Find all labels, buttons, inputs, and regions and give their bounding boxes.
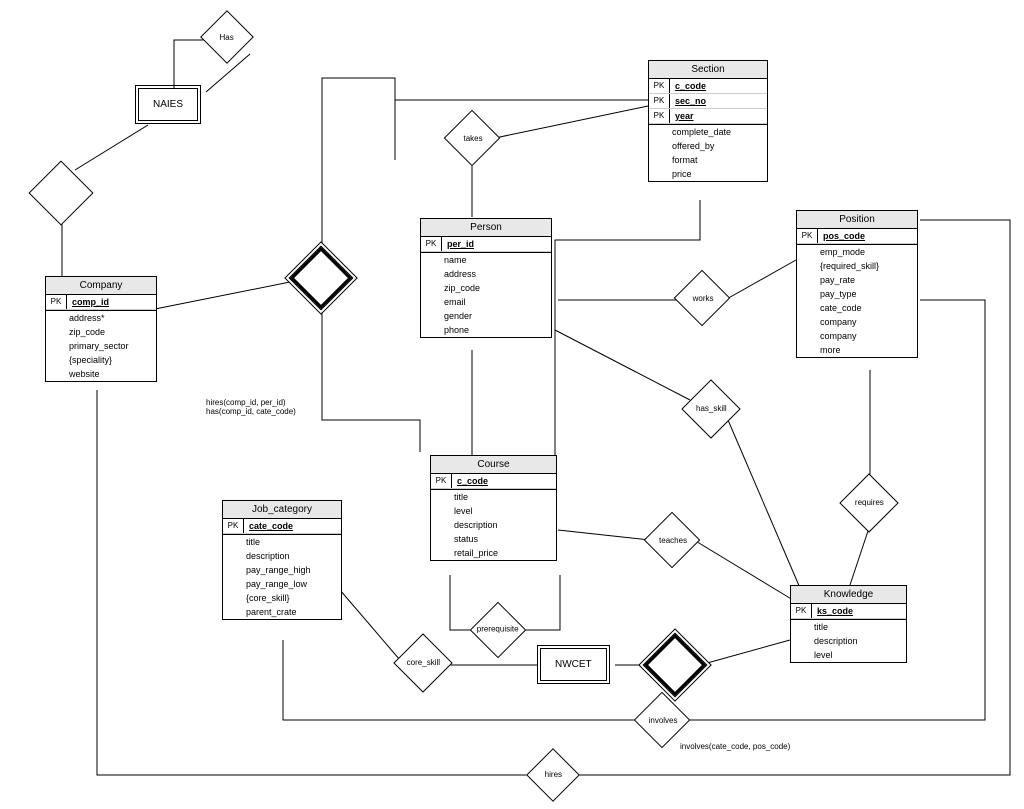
rel-double-has xyxy=(288,245,353,310)
rel-requires: requires xyxy=(839,473,898,532)
rel-involves: involves xyxy=(634,692,691,749)
entity-position: Position PKpos_code emp_mode {required_s… xyxy=(796,210,918,358)
hires-annotation: hires(comp_id, per_id) has(comp_id, cate… xyxy=(206,398,296,416)
rel-has: Has xyxy=(200,10,254,64)
entity-section: Section PKc_code PKsec_no PKyear complet… xyxy=(648,60,768,182)
rel-teaches: teaches xyxy=(644,512,701,569)
entity-person: Person PKper_id name address zip_code em… xyxy=(420,218,552,338)
rel-hires: hires xyxy=(526,748,580,802)
rel-takes: takes xyxy=(444,110,501,167)
entity-company: Company PKcomp_id address* zip_code prim… xyxy=(45,276,157,382)
company-title: Company xyxy=(46,277,156,295)
rel-has-skill: has_skill xyxy=(681,379,740,438)
rel-works: works xyxy=(674,270,731,327)
rel-prerequisite: prerequisite xyxy=(470,602,527,659)
nwcet-label: NWCET xyxy=(555,659,592,670)
rel-double-right xyxy=(642,632,707,697)
naies-label: NAIES xyxy=(153,99,183,110)
knowledge-title: Knowledge xyxy=(791,586,906,604)
entity-naies: NAIES xyxy=(138,88,198,121)
entity-knowledge: Knowledge PKks_code title description le… xyxy=(790,585,907,663)
position-title: Position xyxy=(797,211,917,229)
entity-nwcet: NWCET xyxy=(540,648,607,681)
jobcat-title: Job_category xyxy=(223,501,341,519)
section-title: Section xyxy=(649,61,767,79)
course-title: Course xyxy=(431,456,556,474)
rel-core-skill: core_skill xyxy=(393,633,452,692)
entity-course: Course PKc_code title level description … xyxy=(430,455,557,561)
rel-blank-left xyxy=(28,160,93,225)
involves-annotation: involves(cate_code, pos_code) xyxy=(680,742,790,751)
entity-jobcategory: Job_category PKcate_code title descripti… xyxy=(222,500,342,620)
person-title: Person xyxy=(421,219,551,237)
